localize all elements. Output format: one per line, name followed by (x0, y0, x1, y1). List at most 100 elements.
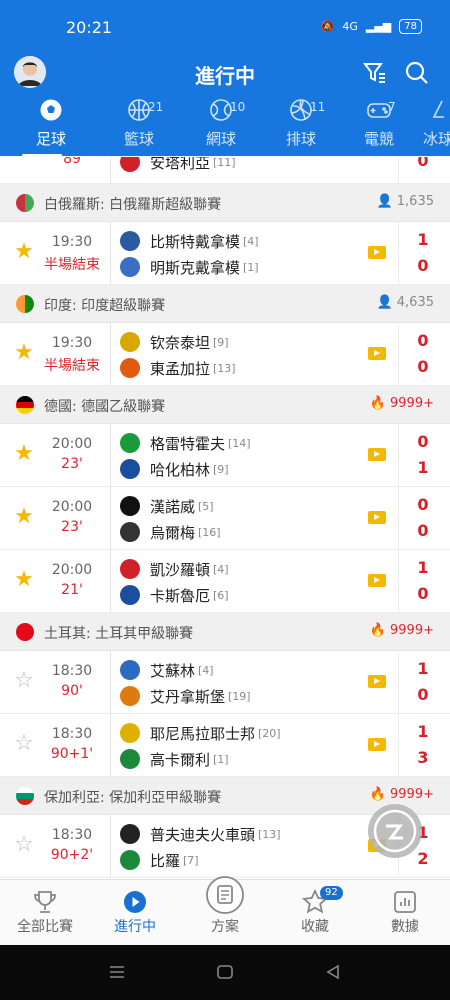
menu-icon[interactable] (108, 965, 126, 979)
live-video-icon[interactable] (368, 738, 386, 751)
match-row[interactable]: ☆ 18:30 90' 艾蘇林 [4] 艾丹拿斯堡 [19] 1 0 (0, 651, 450, 714)
match-row[interactable]: ★ 20:00 23' 格雷特霍夫 [14] 哈化柏林 [9] 0 1 (0, 424, 450, 487)
hot-count: 🔥 9999+ (370, 396, 434, 411)
country-flag-icon (16, 623, 34, 641)
team-home: 凱沙羅頓 [4] (120, 558, 229, 580)
fire-icon: 🔥 (369, 396, 391, 411)
match-status: 21' (61, 582, 83, 598)
team-name: 明斯克戴拿模 (150, 258, 241, 277)
filter-icon[interactable] (362, 60, 388, 86)
live-video-icon[interactable] (368, 574, 386, 587)
nav-data[interactable]: 數據 (360, 888, 450, 936)
tab-volleyball[interactable]: 11 排球 (266, 98, 336, 149)
app-header: 進行中 (0, 54, 450, 94)
favorite-star-icon[interactable]: ☆ (12, 732, 36, 756)
back-icon[interactable] (324, 964, 342, 980)
favorite-star-icon[interactable]: ☆ (12, 669, 36, 693)
tab-esports[interactable]: 7 電競 (344, 98, 414, 149)
match-row[interactable]: ★ 19:30 半場結束 比斯特戴拿模 [4] 明斯克戴拿模 [1] 1 0 (0, 222, 450, 285)
divider (398, 550, 399, 612)
divider (110, 222, 111, 284)
live-video-icon[interactable] (368, 675, 386, 688)
match-row[interactable]: ★ 20:00 21' 凱沙羅頓 [4] 卡斯魯厄 [6] 1 0 (0, 550, 450, 613)
divider (398, 651, 399, 713)
favorite-star-icon[interactable]: ★ (12, 568, 36, 592)
match-list[interactable]: 89 安塔利亞 [11] 0 白俄羅斯: 白俄羅斯超級聯賽 👤 1,635 ★ 19:… (0, 157, 450, 879)
nav-label: 數據 (391, 919, 419, 935)
favorite-star-icon[interactable]: ★ (12, 505, 36, 529)
team-rank: [14] (228, 436, 251, 450)
tab-football[interactable]: 足球 (16, 98, 86, 149)
hot-count: 🔥 9999+ (370, 623, 434, 638)
favorite-star-icon[interactable]: ★ (12, 240, 36, 264)
favorite-star-icon[interactable]: ☆ (12, 833, 36, 857)
favorite-star-icon[interactable]: ★ (12, 442, 36, 466)
match-status: 90+1' (50, 746, 94, 762)
league-meta-value: 9999+ (390, 396, 434, 411)
match-status: 23' (61, 519, 83, 535)
team-crest-icon (120, 850, 140, 870)
user-icon: 👤 (376, 194, 397, 209)
score-home: 0 (417, 495, 429, 514)
score-home: 0 (417, 331, 429, 350)
divider (398, 487, 399, 549)
divider (110, 550, 111, 612)
league-name: 白俄羅斯: 白俄羅斯超級聯賽 (44, 197, 222, 213)
team-name: 艾蘇林 (150, 661, 196, 680)
floating-action-button[interactable] (368, 804, 422, 858)
match-row[interactable]: ☆ 18:30 90+1' 耶尼馬拉耶士邦 [20] 高卡爾利 [1] 1 3 (0, 714, 450, 777)
score-home: 1 (417, 659, 429, 678)
team-name: 凱沙羅頓 (150, 560, 211, 579)
nav-label: 全部比賽 (17, 919, 73, 935)
team-name: 格雷特霍夫 (150, 434, 226, 453)
nav-plans[interactable]: 方案 (180, 876, 270, 936)
divider (110, 651, 111, 713)
nav-all-matches[interactable]: 全部比賽 (0, 888, 90, 936)
match-row[interactable]: ★ 19:30 半場結束 钦奈泰坦 [9] 東孟加拉 [13] 0 0 (0, 323, 450, 386)
team-away: 比羅 [7] (120, 849, 199, 871)
league-name: 保加利亞: 保加利亞甲級聯賽 (44, 790, 222, 806)
team-away: 哈化柏林 [9] (120, 458, 229, 480)
search-icon[interactable] (404, 60, 430, 86)
score-home: 1 (417, 230, 429, 249)
team-name: 耶尼馬拉耶士邦 (150, 724, 256, 743)
divider (110, 714, 111, 776)
team-crest-icon (120, 332, 140, 352)
team-away: 烏爾梅 [16] (120, 521, 221, 543)
country-flag-icon (16, 396, 34, 414)
league-header[interactable]: 土耳其: 土耳其甲級聯賽 🔥 9999+ (0, 613, 450, 651)
league-meta-value: 1,635 (396, 194, 434, 209)
tab-ice-hockey[interactable]: 冰球 (408, 98, 450, 149)
divider (398, 714, 399, 776)
country-flag-icon (16, 295, 34, 313)
live-video-icon[interactable] (368, 511, 386, 524)
nav-favorites[interactable]: 92 收藏 (270, 886, 360, 936)
divider (110, 424, 111, 486)
league-header[interactable]: 印度: 印度超級聯賽 👤 4,635 (0, 285, 450, 323)
viewer-count: 👤 4,635 (376, 295, 434, 310)
team-name: 卡斯魯厄 (150, 586, 211, 605)
team-crest-icon (120, 559, 140, 579)
tab-tennis[interactable]: 10 網球 (186, 98, 256, 149)
match-row-partial[interactable]: 89 安塔利亞 [11] 0 (0, 157, 450, 184)
team-rank: [4] (198, 663, 214, 677)
mute-icon: 🔕 (320, 20, 335, 33)
favorite-star-icon[interactable]: ★ (12, 341, 36, 365)
score-away: 0 (417, 685, 429, 704)
team-rank: [13] (213, 361, 236, 375)
nav-label: 方案 (211, 919, 239, 935)
status-bar: 20:21 🔕 4G ▂▄▆ 78 (0, 0, 450, 54)
league-header[interactable]: 德國: 德國乙級聯賽 🔥 9999+ (0, 386, 450, 424)
nav-live[interactable]: 進行中 (90, 888, 180, 936)
live-video-icon[interactable] (368, 448, 386, 461)
team-crest-icon (120, 358, 140, 378)
team-crest-icon (120, 585, 140, 605)
hot-count: 🔥 9999+ (370, 787, 434, 802)
match-row[interactable]: ★ 20:00 23' 漢諾威 [5] 烏爾梅 [16] 0 0 (0, 487, 450, 550)
home-icon[interactable] (216, 964, 234, 980)
tab-basketball[interactable]: 21 籃球 (104, 98, 174, 149)
live-video-icon[interactable] (368, 246, 386, 259)
team-rank: [11] (213, 157, 236, 169)
league-header[interactable]: 白俄羅斯: 白俄羅斯超級聯賽 👤 1,635 (0, 184, 450, 222)
live-video-icon[interactable] (368, 347, 386, 360)
